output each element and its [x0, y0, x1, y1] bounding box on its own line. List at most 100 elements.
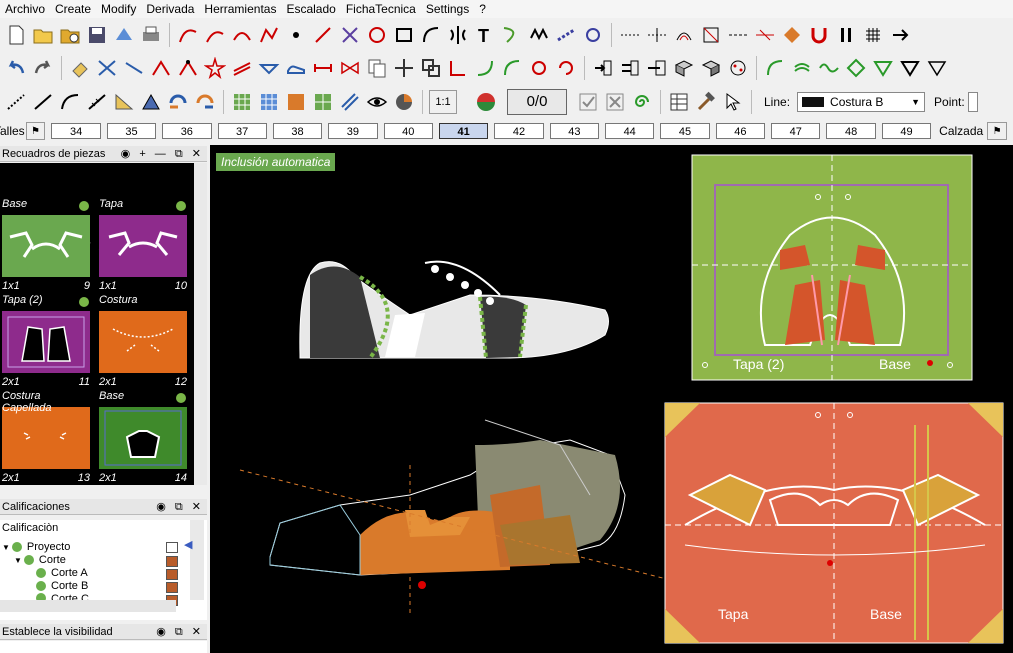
- size-cell-selected[interactable]: 41: [438, 123, 489, 139]
- spiral-icon[interactable]: [630, 90, 654, 114]
- duplicate-icon[interactable]: [419, 56, 443, 80]
- tree-hscroll[interactable]: [0, 600, 176, 612]
- triangle-3-icon[interactable]: [925, 56, 949, 80]
- tree-vscroll[interactable]: [190, 520, 204, 600]
- size-cell[interactable]: 46: [715, 123, 766, 139]
- triangle-fill-icon[interactable]: [139, 90, 163, 114]
- piece-card[interactable]: Base 1x1 9: [0, 198, 92, 293]
- rotate-icon[interactable]: [527, 56, 551, 80]
- eye-icon[interactable]: [365, 90, 389, 114]
- line-pen-icon[interactable]: [311, 23, 335, 47]
- rotate-left-icon[interactable]: [166, 90, 190, 114]
- measure-icon[interactable]: [311, 56, 335, 80]
- tag-icon[interactable]: [780, 23, 804, 47]
- curve-add-icon[interactable]: [176, 23, 200, 47]
- curve-fit-icon[interactable]: [763, 56, 787, 80]
- seam-icon[interactable]: [500, 23, 524, 47]
- export-icon[interactable]: [112, 23, 136, 47]
- size-cell[interactable]: 39: [328, 123, 378, 139]
- pattern-icon[interactable]: [338, 23, 362, 47]
- grid-blue-icon[interactable]: [257, 90, 281, 114]
- arrow-in-icon[interactable]: [645, 56, 669, 80]
- angle-icon[interactable]: [149, 56, 173, 80]
- piece-card[interactable]: Base 2x1 14: [97, 390, 189, 485]
- nest-icon[interactable]: [284, 90, 308, 114]
- tree-item-corte-b[interactable]: Corte B: [36, 580, 88, 592]
- next-icon[interactable]: [888, 23, 912, 47]
- panel-controls-icon[interactable]: ◉ ⧉ ✕: [156, 500, 204, 514]
- piece-card[interactable]: Tapa (2) 2x1 11: [0, 294, 92, 389]
- text-icon[interactable]: T: [473, 23, 497, 47]
- magnet-icon[interactable]: [807, 23, 831, 47]
- menu-fichatecnica[interactable]: FichaTecnica: [341, 0, 421, 18]
- eraser-icon[interactable]: [68, 56, 92, 80]
- block-2-icon[interactable]: [699, 56, 723, 80]
- hammer-icon[interactable]: [694, 90, 718, 114]
- pie-tool-icon[interactable]: [392, 90, 416, 114]
- scale-one-to-one-button[interactable]: 1:1: [429, 89, 457, 114]
- new-file-icon[interactable]: [4, 23, 28, 47]
- size-flag-icon[interactable]: ⚑: [25, 122, 46, 140]
- line-type-select[interactable]: Costura B ▼: [797, 91, 926, 112]
- star-icon[interactable]: [203, 56, 227, 80]
- piece-card[interactable]: Tapa 1x1 10: [97, 198, 189, 293]
- arrow-right-box-icon[interactable]: [591, 56, 615, 80]
- piece-card[interactable]: Costura Capellada 2x1 13: [0, 390, 92, 485]
- blue-arrow-icon[interactable]: ◀: [184, 538, 192, 551]
- grid-green-2-icon[interactable]: [311, 90, 335, 114]
- parallel-icon[interactable]: [230, 56, 254, 80]
- open-folder-icon[interactable]: [31, 23, 55, 47]
- cross-box-icon[interactable]: [603, 90, 627, 114]
- panel-controls-icon[interactable]: ◉ ⧉ ✕: [156, 625, 204, 639]
- point-icon[interactable]: [284, 23, 308, 47]
- move-icon[interactable]: [392, 56, 416, 80]
- color-wheel-icon[interactable]: [474, 90, 498, 114]
- size-cell[interactable]: 43: [549, 123, 600, 139]
- design-canvas[interactable]: Inclusión automatica Tapa (2) Base Tapa …: [210, 145, 1013, 653]
- size-cell[interactable]: 49: [881, 123, 932, 139]
- measure-line-icon[interactable]: [4, 90, 28, 114]
- mirror-icon[interactable]: [446, 23, 470, 47]
- size-cell[interactable]: 38: [272, 123, 323, 139]
- polyline-icon[interactable]: [257, 23, 281, 47]
- cross-line-icon[interactable]: [753, 23, 777, 47]
- save-icon[interactable]: [85, 23, 109, 47]
- block-icon[interactable]: [672, 56, 696, 80]
- zigzag-icon[interactable]: [527, 23, 551, 47]
- rotate-right-icon[interactable]: [193, 90, 217, 114]
- color-swatch[interactable]: [166, 542, 178, 553]
- dot-line-icon[interactable]: [618, 23, 642, 47]
- check-box-icon[interactable]: [576, 90, 600, 114]
- sweep-2-icon[interactable]: [500, 56, 524, 80]
- grid-green-icon[interactable]: [230, 90, 254, 114]
- size-cell[interactable]: 48: [826, 123, 876, 139]
- tree-item-corte[interactable]: ▼ Corte: [14, 554, 66, 566]
- color-swatch[interactable]: [166, 582, 178, 593]
- split-icon[interactable]: [122, 56, 146, 80]
- size-cell[interactable]: 42: [494, 123, 544, 139]
- ruler-angle-icon[interactable]: [112, 90, 136, 114]
- size-cell[interactable]: 35: [106, 123, 157, 139]
- point-input[interactable]: [967, 91, 978, 112]
- menu-archivo[interactable]: Archivo: [0, 0, 50, 18]
- menu-modify[interactable]: Modify: [96, 0, 141, 18]
- arc-icon[interactable]: [419, 23, 443, 47]
- hook-icon[interactable]: [790, 56, 814, 80]
- diamond-icon[interactable]: [844, 56, 868, 80]
- size-cell[interactable]: 44: [605, 123, 655, 139]
- menu-settings[interactable]: Settings: [421, 0, 474, 18]
- measure-line-2-icon[interactable]: [31, 90, 55, 114]
- print-icon[interactable]: [139, 23, 163, 47]
- curve-node-icon[interactable]: [230, 23, 254, 47]
- size-cell[interactable]: 47: [771, 123, 821, 139]
- wave-icon[interactable]: [817, 56, 841, 80]
- open-recent-icon[interactable]: [58, 23, 82, 47]
- spreadsheet-icon[interactable]: [667, 90, 691, 114]
- dot-line-2-icon[interactable]: [645, 23, 669, 47]
- frame-icon[interactable]: [699, 23, 723, 47]
- stitch-icon[interactable]: [554, 23, 578, 47]
- hole-icon[interactable]: [726, 56, 750, 80]
- size-cell[interactable]: 36: [162, 123, 212, 139]
- redo-icon[interactable]: [31, 56, 55, 80]
- cursor-icon[interactable]: [721, 90, 745, 114]
